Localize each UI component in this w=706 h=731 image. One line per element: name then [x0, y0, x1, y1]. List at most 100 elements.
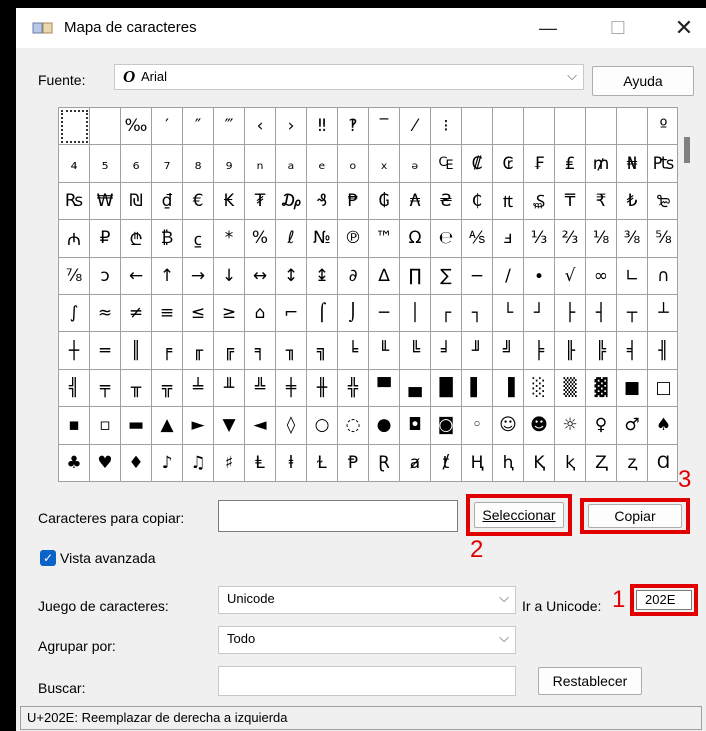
character-cell[interactable]: ╦ [152, 369, 183, 408]
character-cell[interactable]: ♯ [214, 444, 245, 482]
close-icon[interactable]: ✕ [662, 12, 706, 44]
character-cell[interactable]: ┼ [59, 332, 90, 370]
character-cell[interactable]: ≈ [90, 295, 121, 333]
character-cell[interactable]: ₫ [152, 182, 183, 221]
character-cell[interactable]: Ⱪ [524, 444, 555, 482]
character-cell[interactable]: › [276, 108, 307, 146]
character-cell[interactable]: ⅛ [586, 220, 617, 258]
character-cell[interactable]: ♥ [90, 444, 121, 482]
character-cell[interactable]: ₼ [59, 220, 90, 258]
character-cell[interactable]: ▌ [462, 369, 493, 408]
character-cell[interactable] [462, 108, 493, 146]
character-cell[interactable]: ⱬ [617, 444, 648, 482]
character-cell[interactable]: ‼ [307, 108, 338, 146]
character-cell[interactable]: ™ [369, 220, 400, 258]
character-cell[interactable]: ₐ [276, 145, 307, 183]
character-cell[interactable]: Ⱡ [245, 444, 276, 482]
character-cell[interactable]: ▲ [152, 407, 183, 445]
character-cell[interactable]: Ɽ [369, 444, 400, 482]
maximize-icon[interactable]: ☐ [596, 12, 640, 44]
character-cell[interactable]: ╚ [400, 332, 431, 370]
character-cell[interactable]: ⌡ [338, 295, 369, 333]
character-cell[interactable]: ♪ [152, 444, 183, 482]
character-cell[interactable]: ⅞ [59, 257, 90, 295]
character-cell[interactable]: Ɑ [648, 445, 679, 482]
character-cell[interactable]: ₱ [338, 182, 369, 221]
character-cell[interactable]: ₦ [617, 145, 648, 183]
character-cell[interactable]: │ [400, 295, 431, 333]
character-cell[interactable]: ₨ [59, 182, 90, 221]
help-button[interactable]: Ayuda [592, 66, 694, 96]
character-cell[interactable]: ₒ [338, 145, 369, 183]
character-cell[interactable]: ₪ [121, 182, 152, 221]
character-cell[interactable]: ′ [152, 108, 183, 146]
character-cell[interactable]: ┌ [431, 295, 462, 333]
character-cell[interactable]: ┘ [524, 295, 555, 333]
character-cell[interactable]: ▪ [59, 407, 90, 445]
character-cell[interactable]: ∆ [369, 257, 400, 295]
character-cell[interactable]: ⅎ [493, 220, 524, 258]
character-cell[interactable]: ₄ [59, 145, 90, 183]
character-cell[interactable]: ╣ [59, 369, 90, 408]
character-cell[interactable]: ╛ [431, 332, 462, 370]
character-cell[interactable]: ∙ [524, 257, 555, 295]
character-cell[interactable]: ♣ [59, 444, 90, 482]
character-cell[interactable]: ₠ [431, 145, 462, 183]
character-cell[interactable]: ₈ [183, 145, 214, 183]
character-cell[interactable]: ☻ [524, 407, 555, 445]
character-cell[interactable]: № [307, 220, 338, 258]
character-cell[interactable]: ₿ [152, 220, 183, 258]
character-cell[interactable]: ₽ [90, 220, 121, 258]
goto-unicode-input[interactable]: 202E [636, 590, 692, 610]
character-cell[interactable]: ║ [121, 332, 152, 370]
character-cell[interactable]: Ɫ [307, 444, 338, 482]
character-cell[interactable]: ╬ [338, 369, 369, 408]
character-cell[interactable]: └ [493, 295, 524, 333]
character-cell[interactable]: ∑ [431, 257, 462, 295]
character-cell[interactable] [524, 108, 555, 146]
character-cell[interactable] [555, 108, 586, 146]
character-cell[interactable]: ○ [307, 407, 338, 445]
character-cell[interactable]: ↓ [214, 257, 245, 295]
character-cell[interactable]: ╝ [493, 332, 524, 370]
character-cell[interactable] [493, 108, 524, 146]
character-cell[interactable]: ┴ [648, 295, 679, 333]
character-cell[interactable]: ₷ [524, 182, 555, 221]
character-cell[interactable]: ₩ [90, 182, 121, 221]
character-cell[interactable]: ∟ [617, 257, 648, 295]
character-cell[interactable]: º [648, 108, 679, 146]
character-cell[interactable]: ╓ [183, 332, 214, 370]
character-cell[interactable] [586, 108, 617, 146]
scrollbar-thumb[interactable] [684, 137, 690, 163]
character-cell[interactable]: ⃀ [183, 220, 214, 258]
character-cell[interactable]: * [214, 220, 245, 258]
character-cell[interactable]: ₾ [121, 220, 152, 258]
character-cell[interactable]: ∏ [400, 257, 431, 295]
character-cell[interactable]: ╩ [245, 369, 276, 408]
character-cell[interactable]: ⅍ [462, 220, 493, 258]
reset-button[interactable]: Restablecer [538, 667, 642, 695]
character-cell[interactable]: ╒ [152, 332, 183, 370]
character-cell[interactable]: ₔ [400, 145, 431, 183]
character-cell[interactable]: ⌂ [245, 295, 276, 333]
character-cell[interactable]: ♂ [617, 407, 648, 445]
character-cell[interactable]: ┬ [617, 295, 648, 333]
character-cell[interactable]: ₶ [493, 182, 524, 221]
character-cell[interactable]: ◊ [276, 407, 307, 445]
character-cell[interactable]: ₤ [555, 145, 586, 183]
character-cell[interactable]: ⱪ [555, 444, 586, 482]
character-cell[interactable]: ⅔ [555, 220, 586, 258]
character-cell[interactable]: ● [369, 407, 400, 445]
character-cell[interactable]: ═ [90, 332, 121, 370]
title-bar[interactable]: Mapa de caracteres — ☐ ✕ [16, 8, 706, 48]
character-cell[interactable]: ≤ [183, 295, 214, 333]
character-cell[interactable]: ₻ [648, 183, 679, 221]
character-cell[interactable] [617, 108, 648, 146]
character-cell[interactable]: ₺ [617, 182, 648, 221]
character-cell[interactable]: ╨ [214, 369, 245, 408]
character-cell[interactable]: ₵ [462, 182, 493, 221]
character-cell[interactable]: ╘ [338, 332, 369, 370]
character-cell[interactable]: ▀ [369, 369, 400, 408]
minimize-icon[interactable]: — [526, 12, 570, 44]
character-cell[interactable]: ← [121, 257, 152, 295]
